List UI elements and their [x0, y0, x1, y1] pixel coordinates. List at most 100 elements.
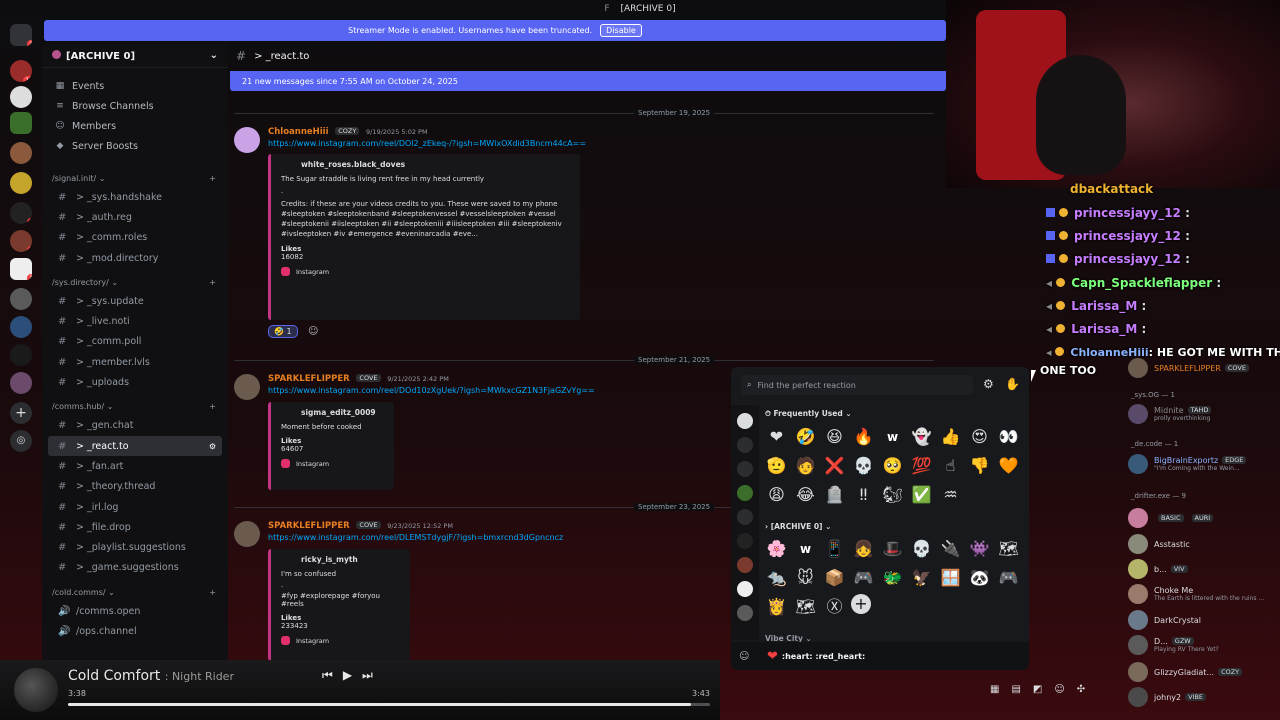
channel-item[interactable]: # > _comm.roles	[48, 228, 222, 248]
emoji-button[interactable]: 👻	[909, 424, 934, 449]
new-messages-bar[interactable]: 21 new messages since 7:55 AM on October…	[230, 71, 946, 91]
add-channel-icon[interactable]: +	[209, 402, 216, 411]
emoji-button[interactable]: 😂	[793, 482, 818, 507]
discover-icon[interactable]: ◎	[10, 430, 32, 452]
emoji-button[interactable]: 🐭	[793, 565, 818, 590]
emoji-button[interactable]: 🎮	[996, 565, 1021, 590]
username[interactable]: ChloanneHiii	[268, 127, 329, 137]
emoji-button[interactable]: 🦅	[909, 565, 934, 590]
member-item[interactable]: Choke Me The Earth is littered with the r…	[1128, 584, 1264, 604]
emoji-icon[interactable]: ☺	[1054, 684, 1076, 695]
channel-item[interactable]: # > _playlist.suggestions	[48, 537, 222, 557]
member-item[interactable]: b... VIV	[1128, 559, 1192, 579]
member-item[interactable]: D... GZW Playing RV There Yet?	[1128, 635, 1219, 655]
emoji-button[interactable]: ✅	[909, 482, 934, 507]
category-icon[interactable]	[737, 581, 753, 597]
emoji-button[interactable]: 💀	[851, 453, 876, 478]
member-item[interactable]: BASIC AURI	[1128, 508, 1217, 528]
channel-item[interactable]: # > _auth.reg	[48, 207, 222, 227]
category-icon[interactable]	[737, 437, 753, 453]
server-icon[interactable]	[10, 112, 32, 134]
nav-events[interactable]: ▦ Events	[42, 76, 228, 96]
gift-icon[interactable]: ▦	[990, 684, 1011, 695]
emoji-button[interactable]: 🎩	[880, 536, 905, 561]
channel-item[interactable]: # > _gen.chat	[48, 416, 222, 436]
emoji-button[interactable]: ☝	[938, 453, 963, 478]
reaction-chip[interactable]: 🤣 1	[268, 325, 298, 338]
category-icon[interactable]	[737, 485, 753, 501]
member-item[interactable]: SPARKLEFLIPPER COVE	[1128, 358, 1253, 378]
server-icon[interactable]: 1	[10, 258, 32, 280]
dm-home-icon[interactable]: 1	[10, 24, 32, 46]
channel-item[interactable]: # > _comm.poll	[48, 332, 222, 352]
emoji-button[interactable]: ♒	[938, 482, 963, 507]
emoji-button[interactable]: 🐲	[880, 565, 905, 590]
avatar[interactable]	[234, 521, 260, 547]
embed-author[interactable]: ricky_is_myth	[281, 555, 400, 564]
emoji-search-input[interactable]: ⌕ Find the perfect reaction	[741, 375, 973, 395]
apps-icon[interactable]: ✣	[1077, 684, 1097, 695]
gif-icon[interactable]: ▤	[1011, 684, 1032, 695]
channel-item[interactable]: # > _mod.directory	[48, 248, 222, 268]
category-icon[interactable]	[737, 533, 753, 549]
category-icon[interactable]	[737, 509, 753, 525]
emoji-button[interactable]: 🪦	[822, 482, 847, 507]
server-icon[interactable]	[10, 86, 32, 108]
next-icon[interactable]: ⏭	[362, 668, 383, 682]
previous-icon[interactable]: ⏮	[322, 668, 343, 682]
channel-item[interactable]: # > _fan.art	[48, 456, 222, 476]
category-header[interactable]: /comms.hub/ ⌄ +	[42, 398, 228, 416]
emoji-button[interactable]: 🧑	[793, 453, 818, 478]
emoji-button[interactable]: 📦	[822, 565, 847, 590]
server-icon[interactable]	[10, 142, 32, 164]
member-item[interactable]: DarkCrystal	[1128, 610, 1201, 630]
disable-streamer-button[interactable]: Disable	[600, 24, 642, 37]
server-icon[interactable]	[10, 288, 32, 310]
channel-item-active[interactable]: # > _react.to ⚙	[48, 435, 222, 457]
emoji-button[interactable]: 📱	[822, 536, 847, 561]
nav-browse-channels[interactable]: ≡ Browse Channels	[42, 96, 228, 116]
add-reaction-icon[interactable]: ☺	[308, 326, 318, 337]
settings-gear-icon[interactable]: ⚙	[209, 442, 216, 451]
emoji-button[interactable]: 🧡	[996, 453, 1021, 478]
channel-item[interactable]: # > _uploads	[48, 372, 222, 392]
emoji-button[interactable]: 🗺	[996, 536, 1021, 561]
emoji-button[interactable]: 🤣	[793, 424, 818, 449]
add-channel-icon[interactable]: +	[209, 588, 216, 597]
avatar[interactable]	[234, 127, 260, 153]
progress-bar[interactable]	[68, 703, 710, 706]
server-icon[interactable]	[10, 316, 32, 338]
voice-channel-item[interactable]: 🔊/comms.open	[48, 601, 222, 621]
nav-server-boosts[interactable]: ◆ Server Boosts	[42, 136, 228, 156]
emoji-button[interactable]: 🫡	[764, 453, 789, 478]
server-icon[interactable]: 2	[10, 230, 32, 252]
add-channel-icon[interactable]: +	[209, 174, 216, 183]
member-item[interactable]: BigBrainExportz EDGE "I'm Coming with the …	[1128, 454, 1250, 474]
category-header[interactable]: /cold.comms/ ⌄ +	[42, 583, 228, 601]
member-item[interactable]: GlizzyGladiat... COZY	[1128, 662, 1246, 682]
emoji-button[interactable]: 👧	[851, 536, 876, 561]
emoji-button[interactable]: 💀	[909, 536, 934, 561]
clock-icon[interactable]	[737, 413, 753, 429]
server-icon[interactable]	[10, 344, 32, 366]
category-icon[interactable]	[737, 557, 753, 573]
emoji-button[interactable]: ‼	[851, 482, 876, 507]
section-header[interactable]: ⏱ Frequently Used ⌄	[765, 409, 852, 419]
play-icon[interactable]: ▶	[343, 668, 362, 682]
server-icon[interactable]	[10, 172, 32, 194]
emoji-button[interactable]: 😆	[822, 424, 847, 449]
emoji-button[interactable]: 💯	[909, 453, 934, 478]
emoji-button[interactable]: 🐀	[764, 565, 789, 590]
emoji-button[interactable]: 🐼	[967, 565, 992, 590]
category-header[interactable]: /sys.directory/ ⌄ +	[42, 273, 228, 291]
emoji-button[interactable]: 👾	[967, 536, 992, 561]
emoji-button[interactable]: 🥺	[880, 453, 905, 478]
voice-channel-item[interactable]: 🔊/ops.channel	[48, 621, 222, 641]
emoji-button[interactable]: 👍	[938, 424, 963, 449]
section-header[interactable]: › [ARCHIVE 0] ⌄	[765, 522, 831, 531]
avatar[interactable]	[234, 374, 260, 400]
message-link[interactable]: https://www.instagram.com/reel/DOd10zXgU…	[268, 386, 595, 395]
member-item[interactable]: Midnite TAHD prolly overthinking	[1128, 404, 1215, 424]
channel-item[interactable]: # > _theory.thread	[48, 477, 222, 497]
message-link[interactable]: https://www.instagram.com/reel/DOl2_zEke…	[268, 139, 586, 148]
